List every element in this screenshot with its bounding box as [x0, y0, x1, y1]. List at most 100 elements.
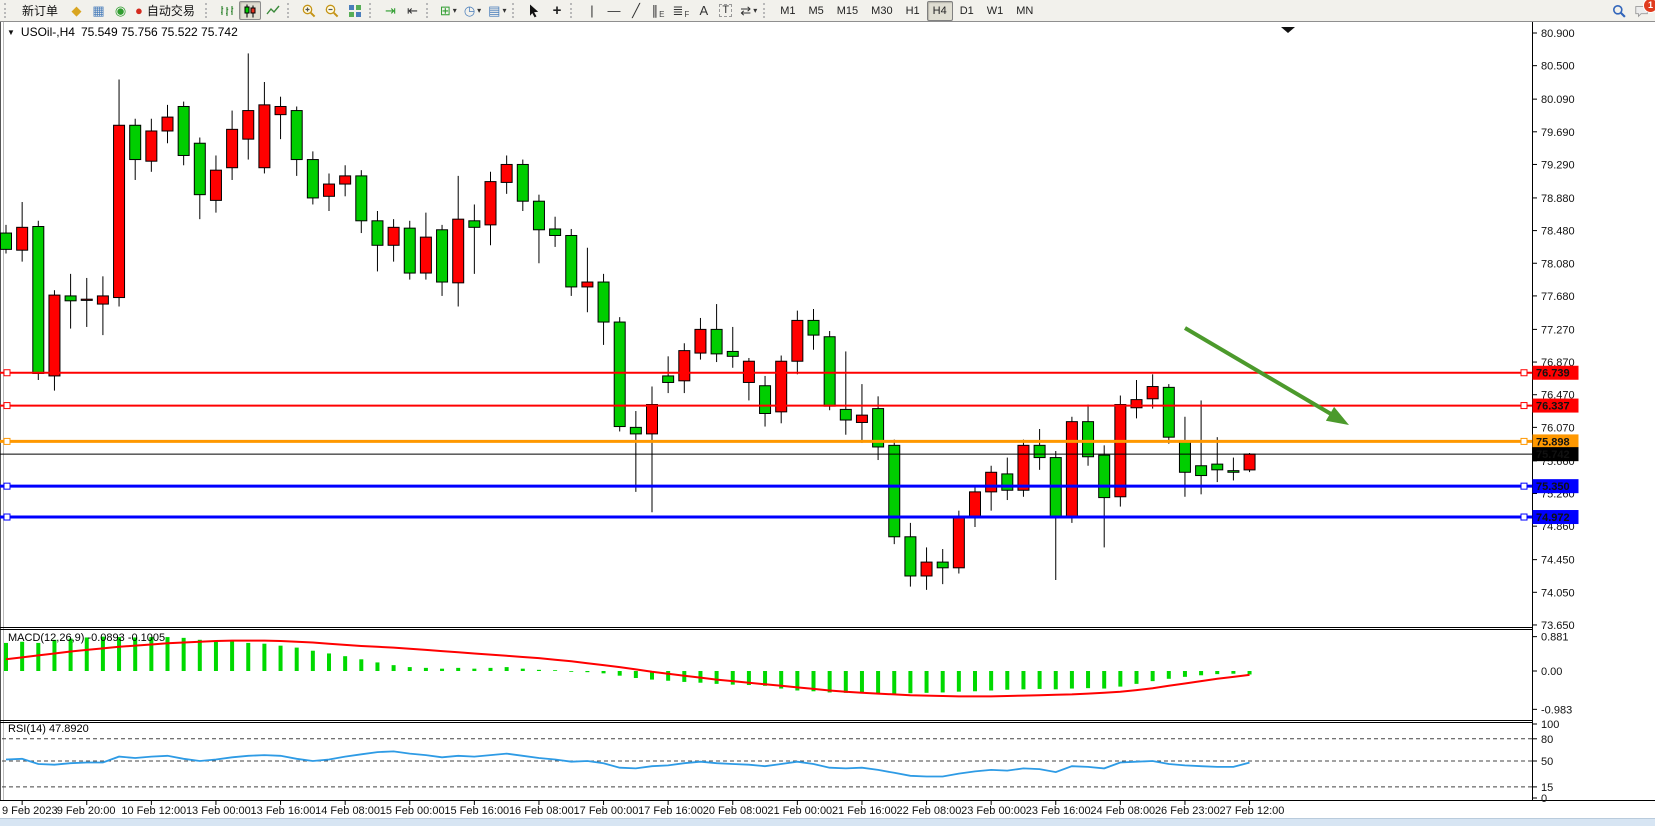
- zoom-out-icon-button[interactable]: [321, 1, 343, 20]
- toolbar-grip[interactable]: [205, 3, 211, 18]
- chart-canvas[interactable]: 80.90080.50080.09079.69079.29078.88078.4…: [0, 22, 1655, 826]
- candlestick-chart-icon-button[interactable]: [239, 1, 261, 20]
- candle-body: [760, 386, 771, 414]
- dropdown-arrow-icon[interactable]: ▾: [502, 6, 506, 15]
- toolbar-grip[interactable]: [4, 3, 10, 18]
- horizontal-line-icon-button[interactable]: —: [603, 1, 624, 20]
- tab-timeframe-h1[interactable]: H1: [900, 1, 926, 21]
- line-handle[interactable]: [1521, 370, 1527, 376]
- toolbar-grip[interactable]: [426, 3, 432, 18]
- horizontal-line-icon: —: [607, 4, 620, 17]
- toolbar-grip[interactable]: [512, 3, 518, 18]
- signals-icon-button[interactable]: ◉: [110, 1, 131, 20]
- line-handle[interactable]: [1521, 483, 1527, 489]
- auto-trading-button[interactable]: ●自动交易: [132, 1, 202, 20]
- chat-icon-button[interactable]: 1: [1631, 1, 1653, 20]
- candle-body: [291, 111, 302, 160]
- text-icon: A: [699, 4, 708, 17]
- auto-scroll-icon-button[interactable]: ⇥: [380, 1, 401, 20]
- tab-timeframe-m1[interactable]: M1: [774, 1, 801, 21]
- tab-timeframe-m5[interactable]: M5: [802, 1, 829, 21]
- tab-timeframe-h4[interactable]: H4: [927, 1, 953, 21]
- vertical-line-icon-button[interactable]: |: [581, 1, 602, 20]
- chart-window[interactable]: 80.90080.50080.09079.69079.29078.88078.4…: [0, 22, 1655, 826]
- candle-body: [1244, 454, 1255, 470]
- candle-body: [1034, 445, 1045, 457]
- price-axis-label: 80.500: [1541, 61, 1575, 73]
- trendline-icon-button[interactable]: ╱: [625, 1, 646, 20]
- trading-terminal-window: 新订单◆▦◉●自动交易 ⇥⇤ ⊞▾◷▾▤▾ + | — ╱∥E≣F AT⇄▾ M1M5M15M3…: [0, 0, 1655, 826]
- text-label-icon-button[interactable]: T: [715, 1, 736, 20]
- line-handle[interactable]: [4, 403, 10, 409]
- arrows-icon-button[interactable]: ⇄▾: [737, 1, 760, 20]
- line-handle[interactable]: [4, 438, 10, 444]
- line-handle[interactable]: [4, 370, 10, 376]
- line-handle[interactable]: [1521, 438, 1527, 444]
- rsi-axis-label: 0: [1541, 793, 1547, 805]
- line-chart-icon: [265, 3, 281, 19]
- date-axis-label: 16 Feb 08:00: [509, 805, 574, 817]
- date-axis-label: 26 Feb 23:00: [1155, 805, 1220, 817]
- date-axis-label: 23 Feb 16:00: [1026, 805, 1091, 817]
- line-handle[interactable]: [1521, 403, 1527, 409]
- candle-body: [501, 164, 512, 182]
- candle-body: [824, 337, 835, 406]
- candle-body: [178, 106, 189, 155]
- cursor-icon-button[interactable]: [523, 1, 545, 20]
- new-chart-icon-button[interactable]: ⊞▾: [437, 1, 460, 20]
- chart-menu-arrow-icon[interactable]: ▼: [7, 28, 15, 37]
- candle-body: [420, 237, 431, 273]
- rsi-indicator-label: RSI(14) 47.8920: [8, 723, 89, 735]
- candle-body: [727, 351, 738, 356]
- date-axis-label: 13 Feb 00:00: [186, 805, 251, 817]
- toolbar-grip[interactable]: [763, 3, 769, 18]
- dropdown-arrow-icon[interactable]: ▾: [753, 6, 757, 15]
- text-icon-button[interactable]: A: [693, 1, 714, 20]
- tab-timeframe-w1[interactable]: W1: [981, 1, 1010, 21]
- candle-body: [630, 427, 641, 434]
- toolbar-grip[interactable]: [570, 3, 576, 18]
- date-axis-label: 10 Feb 12:00: [121, 805, 186, 817]
- candle-body: [243, 111, 254, 140]
- tile-windows-icon-button[interactable]: [344, 1, 366, 20]
- tab-timeframe-d1[interactable]: D1: [954, 1, 980, 21]
- cursor-icon: [526, 3, 542, 19]
- line-chart-icon-button[interactable]: [262, 1, 284, 20]
- candle-body: [582, 282, 593, 287]
- tab-timeframe-mn[interactable]: MN: [1010, 1, 1039, 21]
- line-handle[interactable]: [4, 483, 10, 489]
- dropdown-arrow-icon[interactable]: ▾: [477, 6, 481, 15]
- market-watch-icon-button[interactable]: ◆: [66, 1, 87, 20]
- price-axis-label: 78.880: [1541, 193, 1575, 205]
- price-axis-label: 73.650: [1541, 620, 1575, 632]
- chart-shift-icon-button[interactable]: ⇤: [402, 1, 423, 20]
- candle-body: [146, 131, 157, 161]
- candle-body: [1115, 405, 1126, 497]
- line-handle[interactable]: [4, 514, 10, 520]
- search-icon-button[interactable]: [1608, 1, 1630, 20]
- zoom-in-icon-button[interactable]: [298, 1, 320, 20]
- tab-timeframe-m30[interactable]: M30: [865, 1, 898, 21]
- candle-body: [776, 361, 787, 412]
- bar-chart-icon-button[interactable]: [216, 1, 238, 20]
- channel-icon-button[interactable]: ∥E: [647, 1, 668, 20]
- toolbar-grip[interactable]: [369, 3, 375, 18]
- line-handle[interactable]: [1521, 514, 1527, 520]
- candle-body: [97, 296, 108, 304]
- charts-window-icon-button[interactable]: ▦: [88, 1, 109, 20]
- candle-body: [49, 295, 60, 376]
- new-order-button[interactable]: 新订单: [15, 1, 65, 20]
- price-axis-label: 74.450: [1541, 555, 1575, 567]
- template-icon-button[interactable]: ▤▾: [485, 1, 509, 20]
- crosshair-icon-button[interactable]: +: [546, 1, 567, 20]
- price-axis[interactable]: 80.90080.50080.09079.69079.29078.88078.4…: [1532, 22, 1655, 805]
- candle-body: [469, 221, 480, 228]
- toolbar-grip[interactable]: [287, 3, 293, 18]
- period-icon-button[interactable]: ◷▾: [461, 1, 484, 20]
- tab-timeframe-m15[interactable]: M15: [831, 1, 864, 21]
- candle-body: [1083, 422, 1094, 457]
- dropdown-arrow-icon[interactable]: ▾: [453, 6, 457, 15]
- fibonacci-icon-button[interactable]: ≣F: [669, 1, 692, 20]
- candle-body: [437, 230, 448, 282]
- candle-body: [194, 143, 205, 194]
